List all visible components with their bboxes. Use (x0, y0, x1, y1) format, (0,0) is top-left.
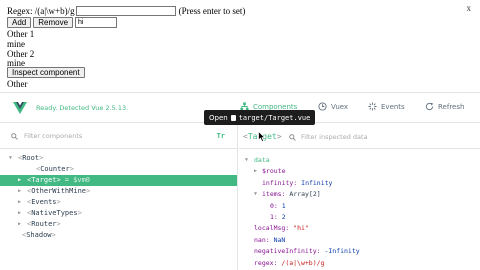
negative-infinity-key: negativeInfinity: (254, 247, 321, 256)
mouse-cursor-icon (258, 131, 266, 142)
tree-node-counter-label: Counter (40, 165, 70, 173)
events-icon (368, 102, 377, 111)
tree-node-router-label: Router (31, 220, 57, 228)
item-1-value[interactable]: 2 (282, 213, 286, 221)
route-key: $route (262, 167, 286, 176)
tooltip-open-label: Open (209, 113, 228, 122)
localmsg-value[interactable]: "hi" (293, 224, 309, 232)
tree-node-shadow[interactable]: <Shadow> (0, 230, 237, 241)
search-icon (11, 132, 18, 140)
expand-arrow-icon[interactable]: ▶ (18, 175, 21, 186)
items-value: Array[2] (289, 190, 321, 199)
filter-components-bar[interactable]: Filter components Tr (0, 124, 237, 149)
negative-infinity-value[interactable]: -Infinity (324, 247, 359, 255)
tree-node-native-types[interactable]: ▶ <NativeTypes> (0, 208, 237, 219)
tree-node-router[interactable]: ▶ <Router> (0, 219, 237, 230)
inspect-row: Inspect component (7, 67, 85, 78)
items-key: items: (262, 190, 286, 199)
tree-node-other-with-mine-label: OtherWithMine (31, 187, 87, 195)
tab-refresh-label: Refresh (438, 102, 465, 111)
tab-events[interactable]: Events (368, 102, 405, 111)
inspect-component-button[interactable]: Inspect component (7, 67, 85, 78)
corner-mark: x (466, 3, 472, 13)
inspector-pane: <Target> Filter inspected data ▼ data ▶ … (239, 124, 480, 270)
collapse-arrow-icon[interactable]: ▼ (254, 189, 257, 200)
expand-arrow-icon[interactable]: ▶ (18, 219, 21, 230)
tree-node-target-vm: = $vm0 (64, 176, 91, 184)
tooltip-file-path: target/Target.vue (238, 113, 311, 122)
expand-arrow-icon[interactable]: ▶ (18, 208, 21, 219)
select-component-icon[interactable]: Tr (217, 132, 225, 140)
tree-node-other-with-mine[interactable]: ▶ <OtherWithMine> (0, 186, 237, 197)
tab-events-label: Events (381, 102, 405, 111)
collapse-arrow-icon[interactable]: ▼ (9, 153, 12, 164)
tree-node-native-types-label: NativeTypes (31, 209, 78, 217)
localmsg-key: localMsg: (254, 224, 290, 233)
add-button[interactable]: Add (7, 17, 32, 28)
tree-node-events[interactable]: ▶ <Events> (0, 197, 237, 208)
test-app: Regex: /(a|\w+b)/g (Press enter to set) … (0, 0, 480, 90)
expand-arrow-icon[interactable]: ▶ (18, 186, 21, 197)
tab-vuex[interactable]: Vuex (318, 102, 348, 111)
regex-row: Regex: /(a|\w+b)/g (Press enter to set) (7, 6, 245, 16)
regex-key: regex: (254, 258, 278, 267)
vue-devtools-panel: Ready. Detected Vue 2.5.13. Components V… (0, 92, 480, 270)
regex-hint: (Press enter to set) (178, 6, 246, 16)
filter-data-placeholder: Filter inspected data (301, 133, 368, 141)
other-text: Other (7, 79, 28, 89)
expand-arrow-icon[interactable]: ▶ (254, 166, 257, 177)
refresh-icon (425, 102, 434, 111)
item-controls: Add Remove hi (7, 17, 118, 28)
tree-node-target[interactable]: ▶ <Target> = $vm0 (0, 175, 237, 186)
tree-node-counter[interactable]: <Counter> (0, 164, 237, 175)
item-input[interactable]: hi (75, 17, 118, 28)
history-icon (318, 102, 327, 111)
nan-value[interactable]: NaN (274, 236, 286, 244)
remove-button[interactable]: Remove (33, 17, 74, 28)
data-section-label: data (254, 156, 270, 164)
item-0-value[interactable]: 1 (282, 202, 286, 210)
tab-refresh[interactable]: Refresh (425, 102, 464, 111)
infinity-value[interactable]: Infinity (301, 179, 332, 187)
regex-value[interactable]: /(a|\w+b)/g (281, 259, 324, 267)
mine-text-1: mine (7, 39, 25, 49)
tree-node-events-label: Events (31, 198, 57, 206)
tree-node-shadow-label: Shadow (26, 231, 52, 239)
expand-arrow-icon[interactable]: ▶ (18, 197, 21, 208)
search-icon (289, 133, 296, 141)
inspector-header: <Target> Filter inspected data (239, 124, 480, 149)
item-1-key: 1: (270, 212, 278, 221)
item-0-key: 0: (270, 201, 278, 210)
other-1-text: Other 1 (7, 29, 35, 39)
vue-logo-icon (13, 102, 27, 114)
infinity-key: infinity: (262, 178, 298, 187)
collapse-arrow-icon[interactable]: ▼ (245, 155, 248, 166)
tree-node-root-label: Root (22, 154, 40, 162)
tree-node-target-label: Target (31, 176, 57, 184)
open-file-tooltip: Open target/Target.vue (204, 110, 316, 125)
tab-vuex-label: Vuex (331, 102, 349, 111)
file-icon (230, 114, 236, 121)
component-tree: ▼ <Root> <Counter> ▶ <Target> = $vm0 ▶ <O… (0, 153, 237, 241)
devtools-header: Ready. Detected Vue 2.5.13. Components V… (0, 93, 480, 125)
nan-key: nan: (254, 235, 270, 244)
status-text: Ready. Detected Vue 2.5.13. (36, 104, 129, 112)
component-tree-pane: Filter components Tr ▼ <Root> <Counter> … (0, 124, 238, 270)
filter-components-placeholder: Filter components (24, 132, 83, 140)
regex-label: Regex: /(a|\w+b)/g (7, 6, 75, 16)
filter-data-bar[interactable]: Filter inspected data (289, 133, 368, 141)
regex-input[interactable] (75, 6, 176, 16)
tree-node-root[interactable]: ▼ <Root> (0, 153, 237, 164)
